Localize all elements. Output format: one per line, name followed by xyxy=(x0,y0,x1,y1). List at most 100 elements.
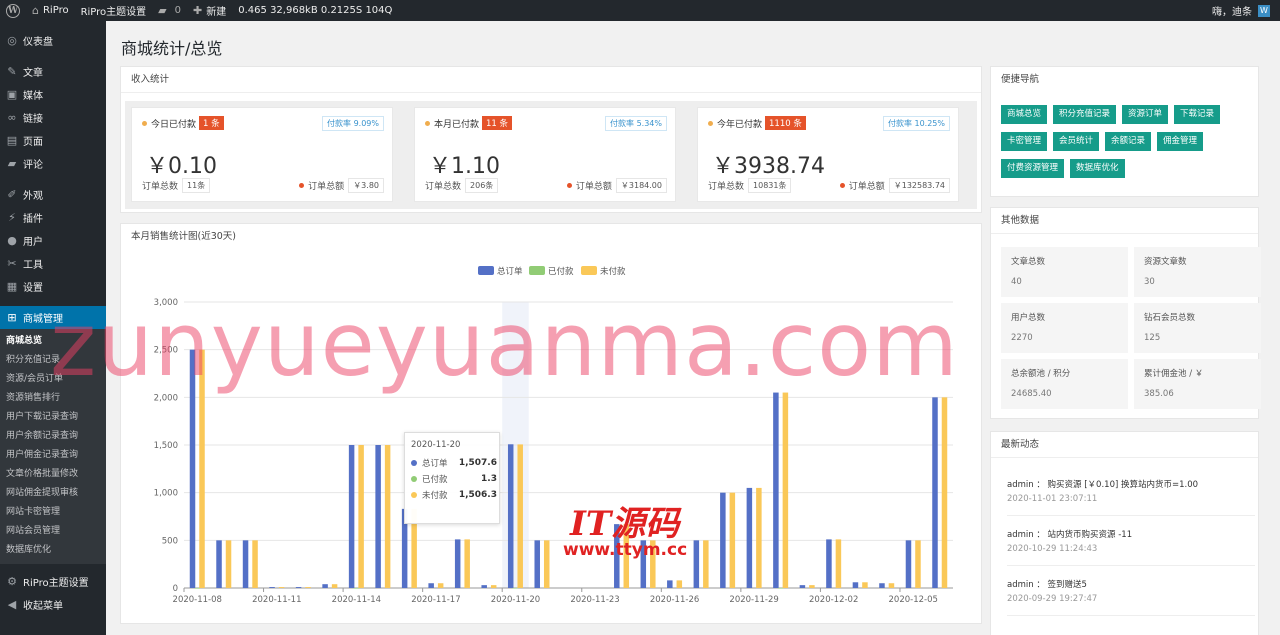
bar-0-26[interactable] xyxy=(879,583,885,588)
bar-0-11[interactable] xyxy=(481,585,487,588)
bar-0-1[interactable] xyxy=(216,540,222,588)
bar-0-21[interactable] xyxy=(746,487,753,588)
bar-0-12[interactable] xyxy=(507,444,514,588)
quicknav-heading: 便捷导航 xyxy=(1001,74,1040,85)
legend-label[interactable]: 总订单 xyxy=(497,266,523,277)
bar-1-12[interactable] xyxy=(512,587,519,589)
legend-swatch[interactable] xyxy=(581,266,597,275)
bar-2-2[interactable] xyxy=(252,540,258,588)
bar-2-10[interactable] xyxy=(464,539,470,588)
legend-label[interactable]: 未付款 xyxy=(600,266,626,277)
bar-2-9[interactable] xyxy=(437,583,444,588)
bar-2-11[interactable] xyxy=(490,585,497,588)
submenu-item[interactable]: 文章价格批量修改 xyxy=(0,465,106,484)
query-stats[interactable]: 0.465 32,968kB 0.2125S 104Q xyxy=(232,0,398,21)
sidebar-item-plugin[interactable]: ⚡ 插件 xyxy=(0,206,106,229)
quicknav-button[interactable]: 资源订单 xyxy=(1122,105,1169,124)
submenu-item[interactable]: 用户余额记录查询 xyxy=(0,427,106,446)
sidebar-item-label: 外观 xyxy=(23,191,43,202)
quicknav-button[interactable]: 付费资源管理 xyxy=(1001,159,1065,178)
bar-2-23[interactable] xyxy=(809,585,815,588)
sales-bar-chart[interactable]: 05001,0001,5002,0002,5003,0002020-11-08 2… xyxy=(121,224,981,623)
bar-0-24[interactable] xyxy=(826,539,832,588)
submenu-item[interactable]: 网站会员管理 xyxy=(0,522,106,541)
bar-2-7[interactable] xyxy=(384,445,391,588)
bar-0-19[interactable] xyxy=(693,540,700,588)
bar-0-25[interactable] xyxy=(852,582,859,588)
bar-0-10[interactable] xyxy=(454,539,461,588)
bar-2-25[interactable] xyxy=(862,582,868,588)
bar-0-28[interactable] xyxy=(932,397,938,588)
bar-2-19[interactable] xyxy=(703,540,709,588)
quicknav-button[interactable]: 余额记录 xyxy=(1105,132,1152,151)
quicknav-button[interactable]: 佣金管理 xyxy=(1157,132,1204,151)
bar-0-2[interactable] xyxy=(242,540,249,588)
theme-settings-link[interactable]: RiPro主题设置 xyxy=(75,0,153,21)
bar-2-18[interactable] xyxy=(676,580,683,588)
submenu-item[interactable]: 网站卡密管理 xyxy=(0,503,106,522)
bar-2-27[interactable] xyxy=(915,540,921,588)
other-heading: 其他数据 xyxy=(991,208,1258,234)
collapse-menu-button[interactable]: ◀ 收起菜单 xyxy=(0,593,106,616)
my-account-link[interactable]: 嗨，迪条 W xyxy=(1206,0,1280,21)
sidebar-item-media[interactable]: ▣ 媒体 xyxy=(0,83,106,106)
bar-0-5[interactable] xyxy=(322,584,328,588)
submenu-item[interactable]: 数据库优化 xyxy=(0,541,106,560)
sidebar-item-tool[interactable]: ✂ 工具 xyxy=(0,252,106,275)
submenu-item[interactable]: 用户下载记录查询 xyxy=(0,408,106,427)
bar-2-21[interactable] xyxy=(756,487,762,588)
quicknav-button[interactable]: 会员统计 xyxy=(1053,132,1100,151)
bar-0-22[interactable] xyxy=(773,392,779,588)
submenu-item[interactable]: 网站佣金提现审核 xyxy=(0,484,106,503)
bar-2-12[interactable] xyxy=(517,444,523,588)
quicknav-button[interactable]: 数据库优化 xyxy=(1070,159,1125,178)
bar-2-28[interactable] xyxy=(941,397,948,588)
legend-label[interactable]: 已付款 xyxy=(548,266,574,277)
bar-2-13[interactable] xyxy=(543,540,550,588)
bar-0-9[interactable] xyxy=(428,583,434,588)
comments-link[interactable]: ▰ 0 xyxy=(152,0,187,21)
bar-0-13[interactable] xyxy=(534,540,540,588)
sidebar-item-page[interactable]: ▤ 页面 xyxy=(0,129,106,152)
quicknav-button[interactable]: 商城总览 xyxy=(1001,105,1048,124)
legend-swatch[interactable] xyxy=(478,266,494,275)
bar-0-20[interactable] xyxy=(720,492,726,588)
bar-2-3[interactable] xyxy=(278,587,285,588)
bar-2-26[interactable] xyxy=(888,583,895,588)
bar-0-4[interactable] xyxy=(295,587,302,588)
bar-1-6[interactable] xyxy=(353,587,360,589)
bar-2-22[interactable] xyxy=(782,392,789,588)
bar-0-18[interactable] xyxy=(667,580,673,588)
sidebar-item-ripro-settings[interactable]: ⚙ RiPro主题设置 xyxy=(0,570,106,593)
legend-swatch[interactable] xyxy=(529,266,545,275)
sidebar-item-user[interactable]: ● 用户 xyxy=(0,229,106,252)
quicknav-button[interactable]: 卡密管理 xyxy=(1001,132,1048,151)
activity-heading: 最新动态 xyxy=(991,432,1258,458)
sidebar-item-comment[interactable]: ▰ 评论 xyxy=(0,152,106,175)
stat-label: 文章总数 xyxy=(1011,257,1046,267)
sidebar-item-pin[interactable]: ✎ 文章 xyxy=(0,60,106,83)
bar-2-1[interactable] xyxy=(225,540,232,588)
bar-0-23[interactable] xyxy=(799,585,806,588)
tooltip-series-name: 未付款 xyxy=(422,491,448,501)
sidebar-item-appearance[interactable]: ✐ 外观 xyxy=(0,183,106,206)
bar-0-7[interactable] xyxy=(375,445,381,588)
bar-2-24[interactable] xyxy=(835,539,842,588)
bar-1-22[interactable] xyxy=(777,587,784,589)
bar-2-4[interactable] xyxy=(305,587,311,588)
site-name-link[interactable]: ⌂ RiPro xyxy=(26,0,75,21)
sidebar-item-dashboard[interactable]: ◎ 仪表盘 xyxy=(0,29,106,52)
submenu-item[interactable]: 用户佣金记录查询 xyxy=(0,446,106,465)
bar-2-6[interactable] xyxy=(358,445,364,588)
wp-logo-menu[interactable]: W xyxy=(0,0,26,21)
bar-0-3[interactable] xyxy=(269,587,275,588)
sidebar-item-link[interactable]: ∞ 链接 xyxy=(0,106,106,129)
new-content-link[interactable]: ✚ 新建 xyxy=(187,0,232,21)
bar-2-5[interactable] xyxy=(331,584,338,588)
bar-1-0[interactable] xyxy=(194,587,201,589)
quicknav-button[interactable]: 下载记录 xyxy=(1174,105,1221,124)
bar-2-20[interactable] xyxy=(729,492,736,588)
quicknav-button[interactable]: 积分充值记录 xyxy=(1053,105,1117,124)
bar-0-27[interactable] xyxy=(905,540,912,588)
bar-0-6[interactable] xyxy=(348,445,355,588)
